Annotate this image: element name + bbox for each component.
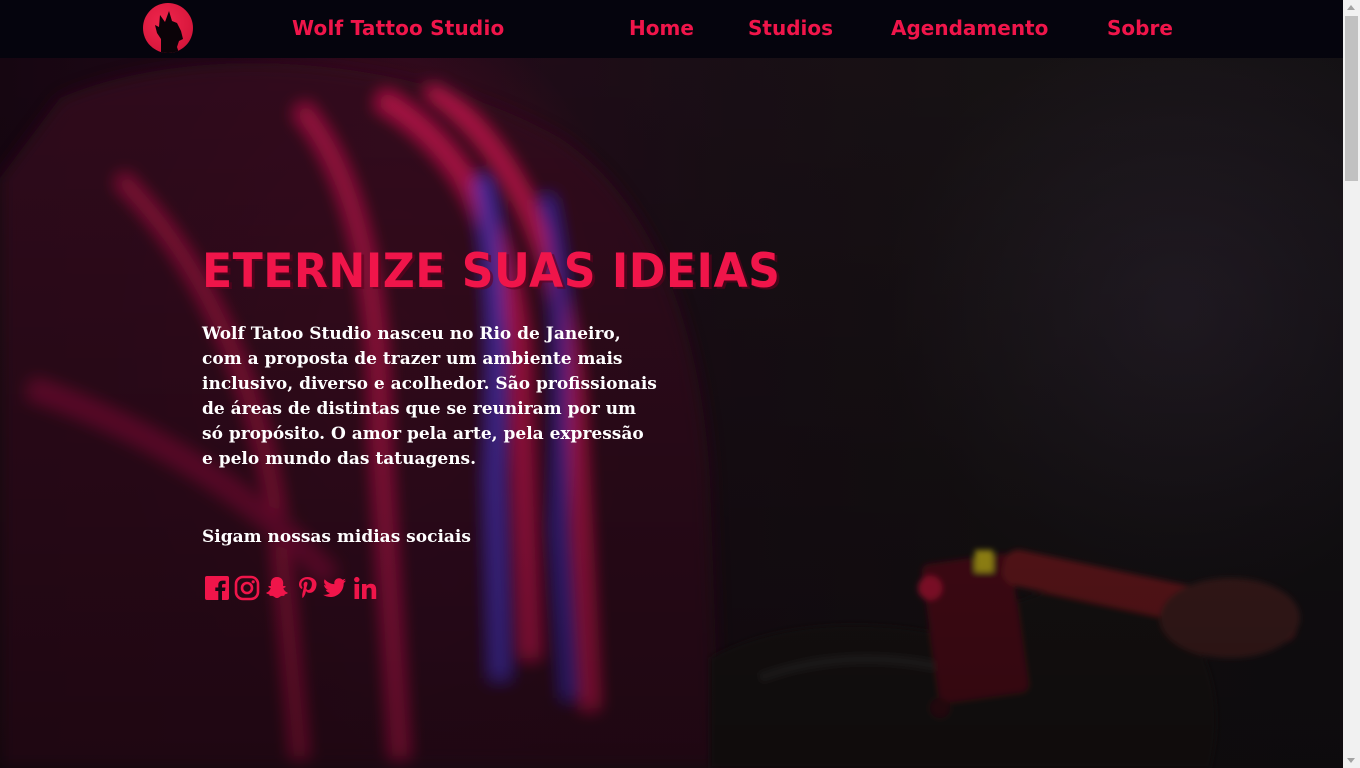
facebook-icon[interactable]	[204, 575, 230, 601]
scroll-down-arrow-icon[interactable]	[1347, 758, 1355, 763]
snapchat-icon[interactable]	[264, 575, 290, 601]
instagram-icon[interactable]	[234, 575, 260, 601]
nav-link-agendamento[interactable]: Agendamento	[891, 16, 1048, 40]
top-navigation-bar: Wolf Tattoo Studio Home Studios Agendame…	[0, 0, 1343, 58]
nav-link-home[interactable]: Home	[629, 16, 694, 40]
hero-section: ETERNIZE SUAS IDEIAS Wolf Tatoo Studio n…	[0, 58, 1343, 768]
social-media-label: Sigam nossas midias sociais	[202, 527, 471, 547]
linkedin-icon[interactable]	[352, 575, 378, 601]
nav-link-studios[interactable]: Studios	[748, 16, 833, 40]
hero-content: ETERNIZE SUAS IDEIAS Wolf Tatoo Studio n…	[0, 58, 1343, 768]
pinterest-icon[interactable]	[294, 575, 320, 601]
scroll-up-arrow-icon[interactable]	[1347, 5, 1355, 10]
scrollbar-thumb[interactable]	[1345, 16, 1358, 181]
twitter-icon[interactable]	[322, 575, 348, 601]
main-nav: Home Studios Agendamento Sobre	[0, 16, 1343, 46]
vertical-scrollbar[interactable]	[1343, 0, 1360, 768]
hero-headline: ETERNIZE SUAS IDEIAS	[202, 244, 781, 299]
nav-link-sobre[interactable]: Sobre	[1107, 16, 1173, 40]
hero-intro-text: Wolf Tatoo Studio nasceu no Rio de Janei…	[202, 324, 657, 469]
